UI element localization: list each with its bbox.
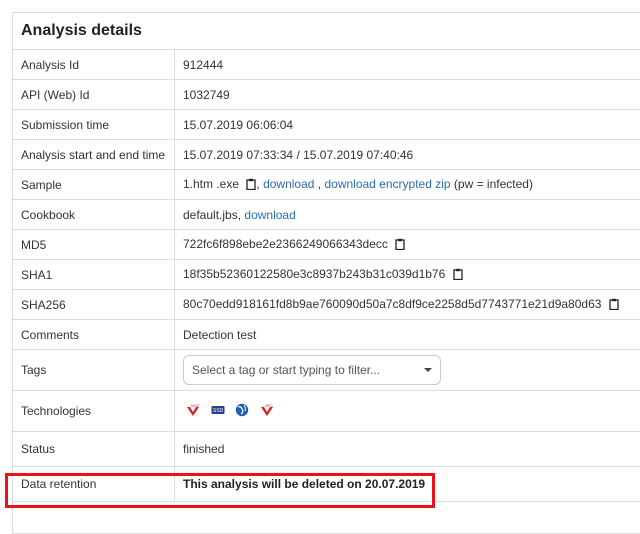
sha1-cell: 18f35b52360122580e3c8937b243b31c039d1b76 bbox=[175, 260, 640, 290]
svg-text:SSD: SSD bbox=[213, 408, 224, 414]
table-row: Tags Select a tag or start typing to fil… bbox=[13, 350, 640, 391]
row-label: SHA256 bbox=[13, 290, 175, 320]
svg-text:NGF: NGF bbox=[191, 403, 200, 408]
row-label: Sample bbox=[13, 170, 175, 200]
cookbook-value: default.jbs, download bbox=[175, 200, 640, 230]
comments-value: Detection test bbox=[175, 320, 640, 350]
tags-select[interactable]: Select a tag or start typing to filter..… bbox=[183, 355, 441, 385]
comma-sep: , bbox=[318, 177, 321, 191]
table-row: SHA256 80c70edd918161fd8b9ae760090d50a7c… bbox=[13, 290, 640, 320]
ngf-logo-icon: NGF bbox=[185, 403, 201, 420]
row-label: Status bbox=[13, 432, 175, 467]
details-table: Analysis Id 912444 API (Web) Id 1032749 … bbox=[13, 50, 640, 502]
table-row: Sample 1.htm .exe , download , download … bbox=[13, 170, 640, 200]
table-row: Cookbook default.jbs, download bbox=[13, 200, 640, 230]
password-note: (pw = infected) bbox=[454, 177, 533, 191]
md5-cell: 722fc6f898ebe2e2366249066343decc bbox=[175, 230, 640, 260]
afc-logo-icon: AFC bbox=[259, 403, 275, 420]
table-row: API (Web) Id 1032749 bbox=[13, 80, 640, 110]
table-row: Submission time 15.07.2019 06:06:04 bbox=[13, 110, 640, 140]
ssd-chip-icon: SSD bbox=[211, 404, 225, 418]
comma-sep: , bbox=[256, 177, 259, 191]
table-row: Technologies NGF SSD AFC bbox=[13, 391, 640, 432]
table-row: SHA1 18f35b52360122580e3c8937b243b31c039… bbox=[13, 260, 640, 290]
sample-filename: 1.htm .exe bbox=[183, 177, 239, 191]
row-label: Comments bbox=[13, 320, 175, 350]
table-row: Data retention This analysis will be del… bbox=[13, 467, 640, 502]
tags-placeholder: Select a tag or start typing to filter..… bbox=[192, 363, 380, 377]
globe-icon bbox=[235, 403, 249, 420]
row-label: Analysis start and end time bbox=[13, 140, 175, 170]
row-label: Cookbook bbox=[13, 200, 175, 230]
status-value: finished bbox=[175, 432, 640, 467]
api-id-value: 1032749 bbox=[175, 80, 640, 110]
table-row: MD5 722fc6f898ebe2e2366249066343decc bbox=[13, 230, 640, 260]
row-label: Tags bbox=[13, 350, 175, 391]
technologies-cell: NGF SSD AFC bbox=[175, 391, 640, 432]
sample-value: 1.htm .exe , download , download encrypt… bbox=[175, 170, 640, 200]
row-label: Submission time bbox=[13, 110, 175, 140]
row-label: API (Web) Id bbox=[13, 80, 175, 110]
row-label: Technologies bbox=[13, 391, 175, 432]
caret-down-icon bbox=[424, 368, 432, 372]
start-end-value: 15.07.2019 07:33:34 / 15.07.2019 07:40:4… bbox=[175, 140, 640, 170]
clipboard-icon[interactable] bbox=[609, 298, 619, 313]
table-row: Analysis Id 912444 bbox=[13, 50, 640, 80]
clipboard-icon[interactable] bbox=[453, 268, 463, 283]
clipboard-icon[interactable] bbox=[246, 178, 256, 193]
sha1-value: 18f35b52360122580e3c8937b243b31c039d1b76 bbox=[183, 267, 445, 281]
analysis-id-value: 912444 bbox=[175, 50, 640, 80]
sample-download-encrypted-link[interactable]: download encrypted zip bbox=[324, 177, 450, 191]
data-retention-value: This analysis will be deleted on 20.07.2… bbox=[175, 467, 640, 502]
table-row: Status finished bbox=[13, 432, 640, 467]
analysis-details-panel: Analysis details Analysis Id 912444 API … bbox=[12, 12, 640, 534]
cookbook-filename: default.jbs, bbox=[183, 208, 241, 222]
panel-title: Analysis details bbox=[13, 13, 640, 50]
tags-cell: Select a tag or start typing to filter..… bbox=[175, 350, 640, 391]
cookbook-download-link[interactable]: download bbox=[244, 208, 295, 222]
submission-time-value: 15.07.2019 06:06:04 bbox=[175, 110, 640, 140]
sha256-value: 80c70edd918161fd8b9ae760090d50a7c8df9ce2… bbox=[183, 297, 601, 311]
sample-download-link[interactable]: download bbox=[263, 177, 314, 191]
row-label: Data retention bbox=[13, 467, 175, 502]
table-row: Analysis start and end time 15.07.2019 0… bbox=[13, 140, 640, 170]
row-label: SHA1 bbox=[13, 260, 175, 290]
row-label: MD5 bbox=[13, 230, 175, 260]
md5-value: 722fc6f898ebe2e2366249066343decc bbox=[183, 237, 388, 251]
svg-text:AFC: AFC bbox=[265, 403, 273, 408]
sha256-cell: 80c70edd918161fd8b9ae760090d50a7c8df9ce2… bbox=[175, 290, 640, 320]
clipboard-icon[interactable] bbox=[395, 238, 405, 253]
table-row: Comments Detection test bbox=[13, 320, 640, 350]
row-label: Analysis Id bbox=[13, 50, 175, 80]
